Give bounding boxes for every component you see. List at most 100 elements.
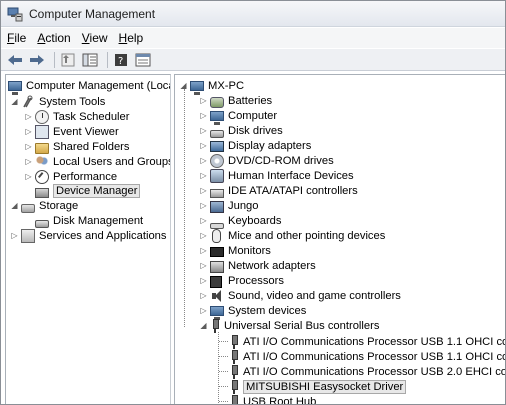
expand-arrow-icon[interactable]: ▷ bbox=[24, 112, 33, 121]
tools-icon bbox=[21, 95, 35, 109]
collapse-arrow-icon[interactable]: ◢ bbox=[10, 201, 19, 210]
collapse-arrow-icon[interactable]: ◢ bbox=[10, 97, 19, 106]
expand-arrow-icon[interactable]: ▷ bbox=[199, 216, 208, 225]
device-category-keyboards[interactable]: ▷ Keyboards bbox=[199, 213, 282, 229]
expand-arrow-icon[interactable]: ▷ bbox=[199, 171, 208, 180]
device-category-usb-controllers[interactable]: ◢ Universal Serial Bus controllers bbox=[199, 318, 379, 333]
usb-device-mitsubishi-easysocket[interactable]: MITSUBISHI Easysocket Driver bbox=[229, 379, 407, 394]
expand-arrow-icon[interactable]: ▷ bbox=[199, 186, 208, 195]
users-icon bbox=[35, 154, 49, 169]
expand-arrow-icon[interactable]: ▷ bbox=[199, 231, 208, 240]
usb-icon bbox=[210, 318, 220, 333]
svg-text:?: ? bbox=[118, 56, 123, 67]
tree-item-computer-management[interactable]: Computer Management (Local bbox=[8, 78, 170, 95]
back-arrow-icon[interactable] bbox=[6, 52, 24, 68]
toolbar-separator bbox=[107, 51, 108, 68]
device-category-disk-drives[interactable]: ▷ Disk drives bbox=[199, 123, 283, 138]
device-tree-root[interactable]: ◢ MX-PC bbox=[179, 78, 244, 95]
menu-action[interactable]: Action bbox=[37, 31, 70, 45]
usb-device-root-hub[interactable]: USB Root Hub bbox=[229, 394, 316, 404]
expand-arrow-icon[interactable]: ▷ bbox=[199, 156, 208, 165]
tree-item-performance[interactable]: ▷ Performance bbox=[24, 169, 117, 184]
tree-item-device-manager[interactable]: Device Manager bbox=[35, 183, 141, 198]
tree-item-event-viewer[interactable]: ▷ Event Viewer bbox=[24, 124, 119, 139]
expand-arrow-icon[interactable]: ▷ bbox=[24, 142, 33, 151]
device-category-jungo[interactable]: ▷ Jungo bbox=[199, 198, 258, 213]
tree-guide-line bbox=[219, 341, 228, 342]
battery-icon bbox=[210, 97, 224, 108]
show-hide-tree-icon[interactable] bbox=[81, 52, 99, 68]
disk-drive-icon bbox=[210, 129, 224, 138]
toolbar: ? bbox=[1, 49, 505, 71]
device-category-display-adapters[interactable]: ▷ Display adapters bbox=[199, 138, 311, 153]
up-level-icon[interactable] bbox=[59, 52, 77, 68]
tree-guide-line bbox=[218, 332, 219, 404]
expand-arrow-icon[interactable]: ▷ bbox=[199, 246, 208, 255]
computer-icon bbox=[210, 110, 224, 125]
tree-item-disk-management[interactable]: Disk Management bbox=[35, 213, 143, 228]
expand-arrow-icon[interactable]: ▷ bbox=[24, 172, 33, 181]
tree-guide-line bbox=[219, 386, 228, 387]
help-icon[interactable]: ? bbox=[112, 52, 130, 68]
hid-icon bbox=[210, 168, 224, 183]
device-tree-pane[interactable]: ◢ MX-PC ▷ Batteries ▷ Computer ▷ Disk dr… bbox=[174, 74, 505, 404]
storage-icon bbox=[21, 204, 35, 213]
expand-arrow-icon[interactable]: ▷ bbox=[199, 306, 208, 315]
mouse-icon bbox=[212, 228, 221, 243]
console-tree-pane[interactable]: Computer Management (Local ◢ System Tool… bbox=[5, 74, 171, 404]
tree-guide-line bbox=[219, 356, 228, 357]
dvd-drive-icon bbox=[210, 153, 224, 168]
forward-arrow-icon[interactable] bbox=[28, 52, 46, 68]
processor-icon bbox=[210, 275, 222, 288]
expand-arrow-icon[interactable]: ▷ bbox=[24, 157, 33, 166]
collapse-arrow-icon[interactable]: ◢ bbox=[199, 321, 208, 330]
device-category-ide-ata[interactable]: ▷ IDE ATA/ATAPI controllers bbox=[199, 183, 358, 198]
usb-icon bbox=[229, 334, 239, 349]
properties-icon[interactable] bbox=[134, 52, 152, 68]
tree-item-services-applications[interactable]: ▷ Services and Applications bbox=[10, 228, 167, 243]
menu-view[interactable]: View bbox=[82, 31, 108, 45]
clock-icon bbox=[35, 109, 49, 124]
computer-icon bbox=[190, 80, 204, 95]
tree-item-task-scheduler[interactable]: ▷ Task Scheduler bbox=[24, 109, 130, 124]
computer-management-icon bbox=[8, 80, 22, 95]
expand-arrow-icon[interactable]: ▷ bbox=[199, 276, 208, 285]
expand-arrow-icon[interactable]: ▷ bbox=[199, 201, 208, 210]
disk-management-icon bbox=[35, 219, 49, 228]
menu-file[interactable]: File bbox=[7, 31, 26, 45]
device-category-system-devices[interactable]: ▷ System devices bbox=[199, 303, 306, 320]
device-category-computer[interactable]: ▷ Computer bbox=[199, 108, 277, 125]
expand-arrow-icon[interactable]: ▷ bbox=[10, 231, 19, 240]
expand-arrow-icon[interactable]: ▷ bbox=[199, 261, 208, 270]
device-category-batteries[interactable]: ▷ Batteries bbox=[199, 93, 272, 108]
expand-arrow-icon[interactable]: ▷ bbox=[199, 111, 208, 120]
services-icon bbox=[21, 228, 35, 243]
tree-item-storage[interactable]: ◢ Storage bbox=[10, 198, 78, 213]
device-category-dvd-cdrom[interactable]: ▷ DVD/CD-ROM drives bbox=[199, 153, 334, 168]
usb-device-ati-ohci-1[interactable]: ATI I/O Communications Processor USB 1.1… bbox=[229, 334, 505, 349]
menu-help[interactable]: Help bbox=[119, 31, 144, 45]
tree-item-shared-folders[interactable]: ▷ Shared Folders bbox=[24, 139, 130, 154]
device-category-monitors[interactable]: ▷ Monitors bbox=[199, 243, 271, 258]
shared-folder-icon bbox=[35, 143, 49, 154]
computer-management-window: Computer Management File Action View Hel… bbox=[0, 0, 506, 405]
window-title: Computer Management bbox=[29, 6, 156, 21]
usb-device-ati-ohci-2[interactable]: ATI I/O Communications Processor USB 1.1… bbox=[229, 349, 505, 364]
tree-item-local-users-groups[interactable]: ▷ Local Users and Groups bbox=[24, 154, 170, 169]
device-category-hid[interactable]: ▷ Human Interface Devices bbox=[199, 168, 354, 183]
expand-arrow-icon[interactable]: ▷ bbox=[199, 96, 208, 105]
expand-arrow-icon[interactable]: ▷ bbox=[24, 127, 33, 136]
device-category-mice[interactable]: ▷ Mice and other pointing devices bbox=[199, 228, 385, 243]
usb-icon bbox=[229, 379, 239, 394]
device-category-network-adapters[interactable]: ▷ Network adapters bbox=[199, 258, 316, 273]
expand-arrow-icon[interactable]: ▷ bbox=[199, 126, 208, 135]
usb-device-ati-ehci[interactable]: ATI I/O Communications Processor USB 2.0… bbox=[229, 364, 505, 379]
computer-management-icon bbox=[7, 6, 23, 22]
display-adapter-icon bbox=[210, 141, 224, 152]
device-category-sound-video[interactable]: ▷ Sound, video and game controllers bbox=[199, 288, 401, 303]
tree-item-system-tools[interactable]: ◢ System Tools bbox=[10, 94, 105, 109]
device-category-processors[interactable]: ▷ Processors bbox=[199, 273, 284, 288]
expand-arrow-icon[interactable]: ▷ bbox=[199, 141, 208, 150]
title-bar[interactable]: Computer Management bbox=[1, 1, 505, 27]
expand-arrow-icon[interactable]: ▷ bbox=[199, 291, 208, 300]
